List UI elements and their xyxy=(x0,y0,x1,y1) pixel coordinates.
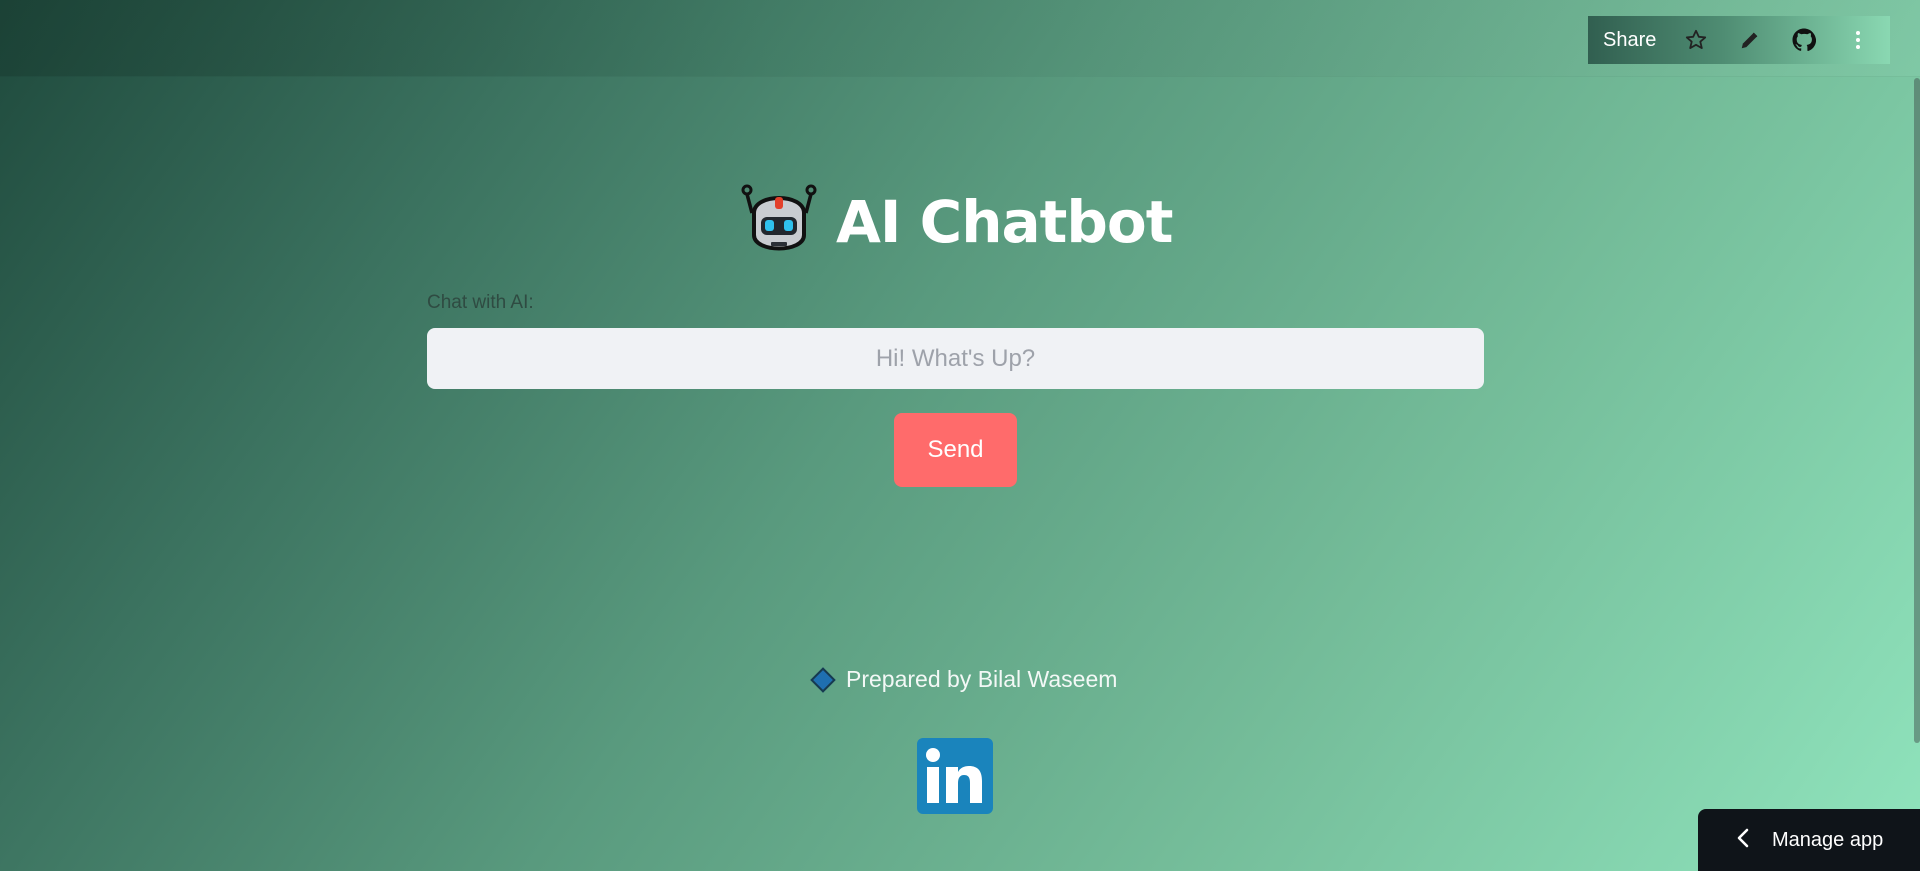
credit-line: Prepared by Bilal Waseem xyxy=(810,666,1117,693)
page-title: AI Chatbot xyxy=(836,188,1173,256)
chevron-left-icon xyxy=(1736,828,1750,853)
scrollbar[interactable] xyxy=(1914,78,1920,743)
more-vertical-icon[interactable] xyxy=(1846,28,1870,52)
credit-text: Prepared by Bilal Waseem xyxy=(846,666,1118,692)
chat-input[interactable] xyxy=(427,328,1484,389)
linkedin-icon[interactable] xyxy=(917,738,993,814)
pencil-icon[interactable] xyxy=(1738,28,1762,52)
robot-icon xyxy=(740,183,818,261)
send-button[interactable]: Send xyxy=(894,413,1017,487)
star-icon[interactable] xyxy=(1684,28,1708,52)
page-title-row: AI Chatbot xyxy=(740,183,1173,261)
share-button[interactable]: Share xyxy=(1603,29,1656,52)
manage-app-button[interactable]: Manage app xyxy=(1698,809,1920,871)
streamlit-toolbar: Share xyxy=(1588,16,1890,64)
chat-input-label: Chat with AI: xyxy=(427,292,534,313)
github-icon[interactable] xyxy=(1792,28,1817,52)
manage-app-label: Manage app xyxy=(1772,828,1884,851)
blue-diamond-icon xyxy=(810,666,836,693)
